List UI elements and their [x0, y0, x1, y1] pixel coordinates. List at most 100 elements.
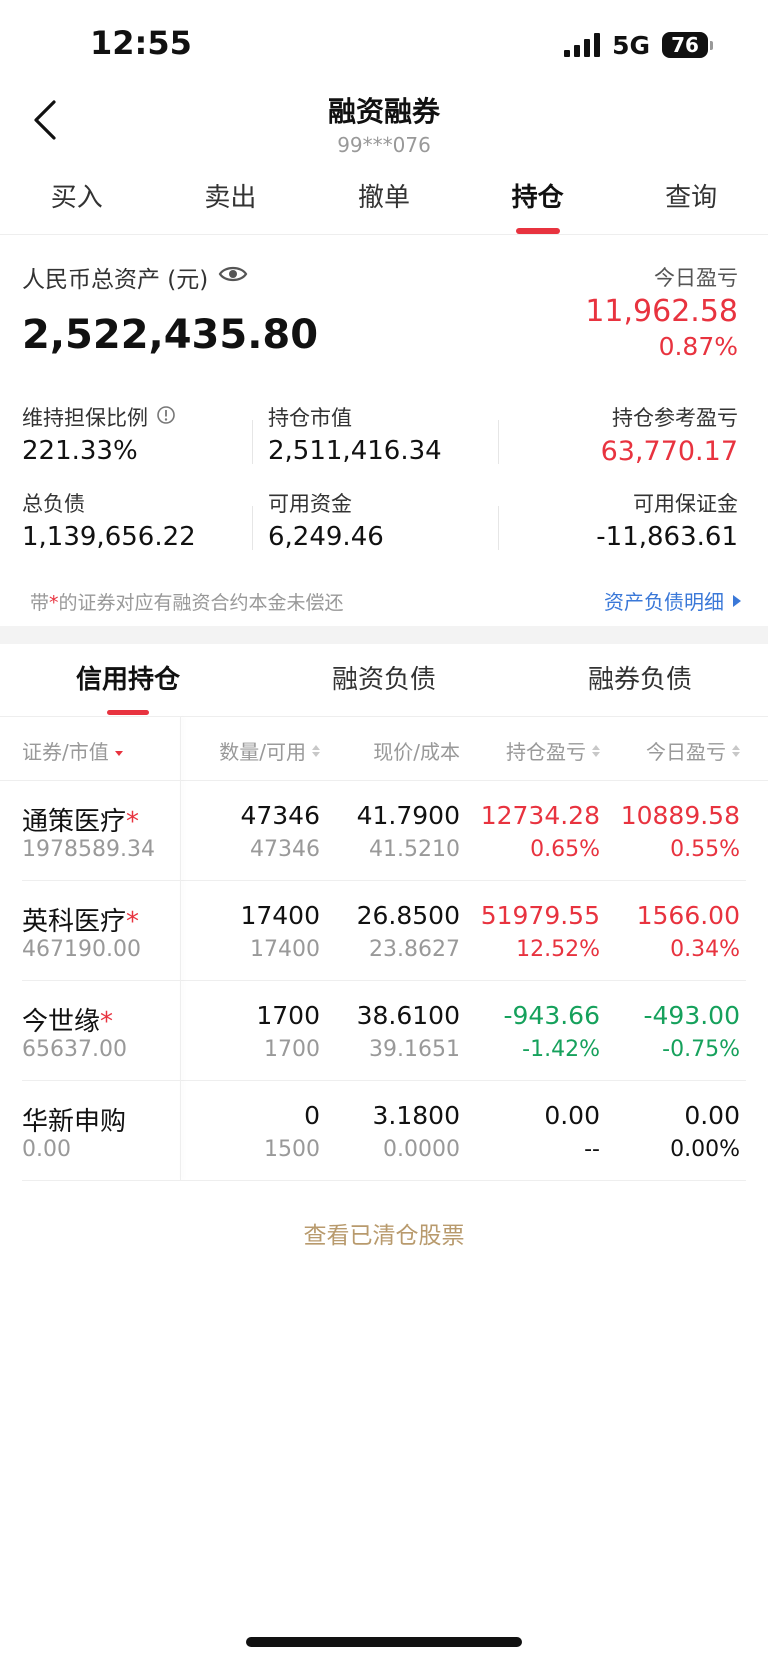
current-price: 38.6100 [356, 1001, 460, 1030]
sort-icon [312, 744, 320, 757]
status-indicators: 5G 76 [564, 30, 713, 60]
financing-star: * [100, 1007, 114, 1037]
header-today-pnl-label: 今日盈亏 [646, 740, 726, 764]
metric-divider [252, 420, 253, 464]
available-quantity: 17400 [250, 937, 320, 962]
quantity: 0 [304, 1101, 320, 1130]
today-pnl: 1566.00 [636, 901, 740, 930]
available-margin-label: 可用保证金 [633, 492, 738, 516]
metric-divider [498, 506, 499, 550]
cost-price: 23.8627 [369, 937, 460, 962]
today-pnl-percent: 0.87% [658, 332, 738, 361]
table-row[interactable]: 英科医疗* 467190.00 17400 17400 26.8500 23.8627 51… [0, 881, 768, 981]
position-mv-label: 持仓市值 [268, 406, 352, 430]
table-row[interactable]: 通策医疗* 1978589.34 47346 47346 41.7900 41.5210 1… [0, 781, 768, 881]
security-name: 今世缘* [22, 1001, 113, 1038]
header-position-pnl-label: 持仓盈亏 [506, 740, 586, 764]
market-value: 0.00 [22, 1137, 71, 1162]
tabs-divider [0, 234, 768, 235]
tab-buy[interactable]: 买入 [0, 178, 154, 234]
metric-divider [252, 506, 253, 550]
cleared-stocks-link[interactable]: 查看已清仓股票 [0, 1216, 768, 1250]
current-price: 41.7900 [356, 801, 460, 830]
position-pnl-percent: 0.65% [530, 837, 600, 862]
security-name-text: 英科医疗 [22, 907, 127, 937]
available-cash-label: 可用资金 [268, 492, 352, 516]
header-price: 现价/成本 [373, 736, 460, 765]
tab-credit-holdings[interactable]: 信用持仓 [0, 660, 256, 716]
available-quantity: 1700 [264, 1037, 320, 1062]
battery-level: 76 [671, 33, 699, 57]
debt-note-star: * [49, 592, 59, 614]
info-icon[interactable] [156, 405, 176, 430]
battery-icon: 76 [662, 32, 713, 58]
position-pnl-percent: -1.42% [522, 1037, 600, 1062]
caret-right-icon [732, 589, 742, 613]
cellular-signal-icon [564, 33, 601, 57]
today-pnl-value: 11,962.58 [585, 294, 738, 329]
maintain-ratio-label-group: 维持担保比例 [22, 402, 176, 432]
available-quantity: 1500 [264, 1137, 320, 1162]
tab-query[interactable]: 查询 [614, 178, 768, 234]
position-pnl-percent: 12.52% [516, 937, 600, 962]
table-row[interactable]: 今世缘* 65637.00 1700 1700 38.6100 39.1651 -943.6… [0, 981, 768, 1081]
table-row[interactable]: 华新申购 0.00 0 1500 3.1800 0.0000 0.00 -- 0.00 0.00% [0, 1081, 768, 1181]
total-debt-value: 1,139,656.22 [22, 522, 196, 552]
position-mv-value: 2,511,416.34 [268, 436, 442, 466]
trade-tabs: 买入 卖出 撤单 持仓 查询 [0, 178, 768, 234]
maintain-ratio-value: 221.33% [22, 436, 138, 466]
ref-pnl-value: 63,770.17 [600, 436, 738, 467]
header-price-label: 现价/成本 [373, 740, 460, 764]
today-pnl-percent: 0.34% [670, 937, 740, 962]
today-pnl: -493.00 [643, 1001, 741, 1030]
quantity: 47346 [240, 801, 320, 830]
header-security[interactable]: 证券/市值 [22, 736, 123, 765]
asset-debt-detail-link[interactable]: 资产负债明细 [604, 586, 742, 615]
cost-price: 39.1651 [369, 1037, 460, 1062]
total-debt-label: 总负债 [22, 492, 85, 516]
tab-financing-debt[interactable]: 融资负债 [256, 660, 512, 716]
security-name: 华新申购 [22, 1101, 126, 1138]
today-pnl: 0.00 [684, 1101, 740, 1130]
security-name: 英科医疗* [22, 901, 139, 938]
total-assets-label: 人民币总资产 (元) [22, 267, 209, 293]
sort-desc-icon [114, 745, 123, 756]
quantity: 17400 [240, 901, 320, 930]
eye-icon[interactable] [218, 263, 248, 291]
current-price: 3.1800 [372, 1101, 460, 1130]
header-position-pnl[interactable]: 持仓盈亏 [506, 736, 600, 765]
position-pnl: -943.66 [503, 1001, 601, 1030]
sort-icon [592, 744, 600, 757]
section-gap [0, 626, 768, 644]
financing-star: * [126, 907, 140, 937]
tab-sell[interactable]: 卖出 [154, 178, 308, 234]
today-pnl-label: 今日盈亏 [654, 266, 738, 290]
security-name-text: 今世缘 [22, 1007, 101, 1037]
today-pnl-percent: -0.75% [662, 1037, 740, 1062]
header-today-pnl[interactable]: 今日盈亏 [646, 736, 740, 765]
security-name-text: 华新申购 [22, 1107, 127, 1137]
debt-note: 带*的证券对应有融资合约本金未偿还 [30, 588, 344, 615]
total-assets-label-group: 人民币总资产 (元) [22, 260, 248, 294]
position-pnl-percent: -- [584, 1137, 600, 1162]
header-quantity[interactable]: 数量/可用 [219, 736, 320, 765]
tab-cancel[interactable]: 撤单 [307, 178, 461, 234]
position-pnl: 0.00 [544, 1101, 600, 1130]
market-value: 1978589.34 [22, 837, 155, 862]
tab-securities-lending-debt[interactable]: 融券负债 [512, 660, 768, 716]
position-pnl: 12734.28 [480, 801, 600, 830]
available-cash-value: 6,249.46 [268, 522, 384, 552]
subtabs-divider [0, 716, 768, 717]
account-number: 99***076 [337, 133, 431, 157]
home-indicator[interactable] [246, 1637, 522, 1647]
debt-note-suffix: 的证券对应有融资合约本金未偿还 [58, 592, 344, 614]
today-pnl-percent: 0.55% [670, 837, 740, 862]
security-name: 通策医疗* [22, 801, 139, 838]
sort-icon [732, 744, 740, 757]
debt-note-prefix: 带 [30, 592, 50, 614]
available-margin-value: -11,863.61 [596, 522, 738, 552]
total-assets-value: 2,522,435.80 [22, 312, 319, 358]
tab-positions[interactable]: 持仓 [461, 178, 615, 234]
financing-star: * [126, 807, 140, 837]
frozen-column-divider [180, 716, 181, 1180]
